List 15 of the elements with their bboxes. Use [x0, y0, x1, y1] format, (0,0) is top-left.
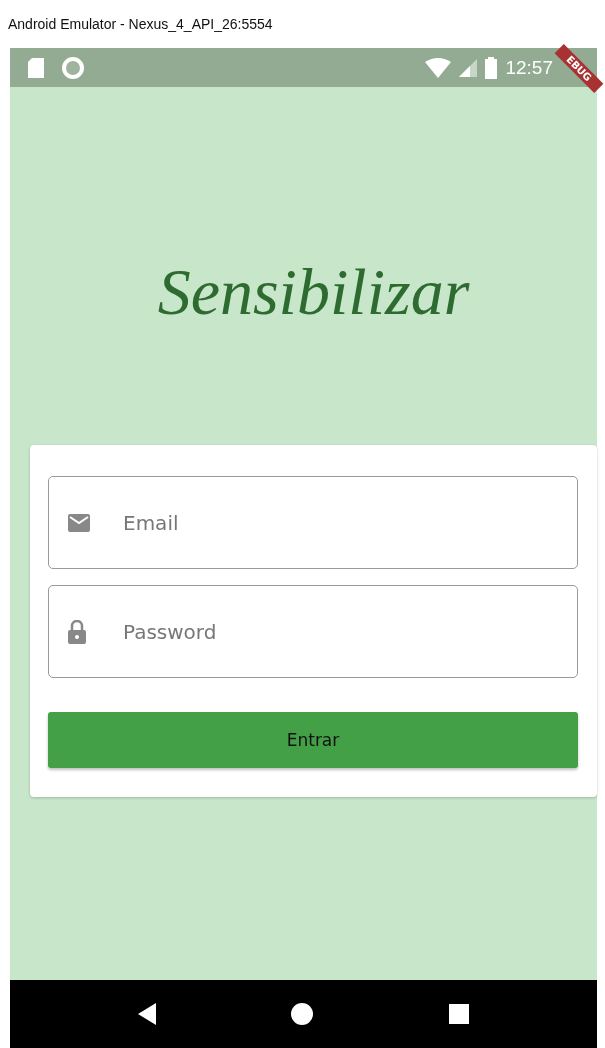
- recents-icon[interactable]: [449, 1004, 470, 1024]
- app-logo-text: Sensibilizar: [157, 254, 470, 330]
- sd-card-icon: [28, 57, 46, 78]
- login-button[interactable]: Entrar: [48, 712, 578, 768]
- circle-icon: [62, 56, 84, 79]
- window-title: Android Emulator - Nexus_4_API_26:5554: [7, 15, 274, 34]
- home-icon[interactable]: [291, 1003, 314, 1025]
- password-field[interactable]: Password: [48, 585, 578, 678]
- back-icon[interactable]: [137, 1003, 156, 1025]
- wifi-icon: [425, 57, 452, 78]
- signal-icon: [459, 58, 478, 77]
- clock-time: 12:57: [505, 56, 553, 79]
- email-field[interactable]: Email: [48, 476, 578, 569]
- lock-icon: [68, 619, 86, 644]
- battery-icon: [485, 56, 498, 79]
